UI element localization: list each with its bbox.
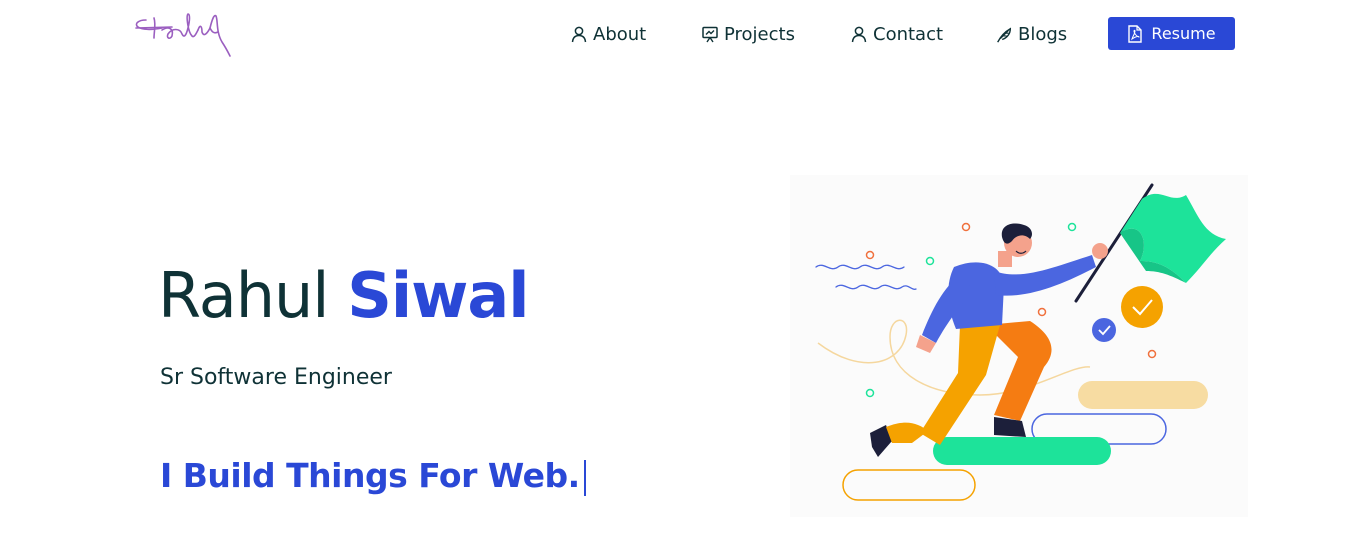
resume-button-label: Resume <box>1151 24 1216 43</box>
typing-cursor <box>583 459 586 496</box>
hero-last-name: Siwal <box>347 259 529 332</box>
hero-first-name: Rahul <box>158 259 330 332</box>
nav-contact-label: Contact <box>873 23 944 45</box>
user-icon <box>850 25 868 43</box>
nav-projects[interactable]: Projects <box>701 16 795 52</box>
pdf-file-icon <box>1127 24 1143 43</box>
resume-button[interactable]: Resume <box>1108 17 1235 50</box>
hero-tagline: I Build Things For Web. <box>160 456 586 496</box>
presentation-icon <box>701 25 719 43</box>
nav-about-label: About <box>593 23 647 45</box>
hero-illustration <box>790 175 1248 517</box>
hero-role: Sr Software Engineer <box>160 365 392 390</box>
nav-blogs-label: Blogs <box>1018 23 1068 45</box>
nav-about[interactable]: About <box>570 16 646 52</box>
page: About Projects Contact Blogs Resume Rahu… <box>0 0 1345 551</box>
user-icon <box>570 25 588 43</box>
hero-tagline-text: I Build Things For Web. <box>160 456 580 495</box>
nav-projects-label: Projects <box>724 23 795 45</box>
signature-logo[interactable] <box>132 10 234 58</box>
feather-icon <box>995 25 1013 43</box>
nav-blogs[interactable]: Blogs <box>995 16 1067 52</box>
hero-name: Rahul Siwal <box>158 256 530 336</box>
nav-contact[interactable]: Contact <box>850 16 943 52</box>
site-header: About Projects Contact Blogs Resume <box>0 0 1345 70</box>
